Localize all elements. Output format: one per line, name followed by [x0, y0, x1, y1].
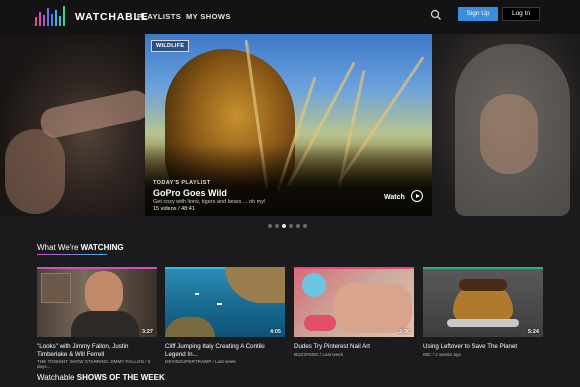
video-channel[interactable]: DEVINSUPERTRAMP: [165, 359, 211, 364]
video-channel[interactable]: BUZZFEED: [294, 352, 319, 357]
nav-playlists[interactable]: PLAYLISTS: [137, 12, 181, 21]
shows-title-prefix: Watchable: [37, 373, 77, 382]
featured-slide[interactable]: WILDLIFE TODAY'S PLAYLIST GoPro Goes Wil…: [145, 34, 432, 216]
thumbnail-color-bar: [423, 267, 543, 269]
signup-button[interactable]: Sign Up: [458, 7, 498, 21]
top-header: WATCHABLE PLAYLISTS MY SHOWS Sign Up Log…: [0, 0, 580, 34]
carousel-dot[interactable]: [275, 224, 279, 228]
section-title-emphasis: WATCHING: [80, 243, 124, 252]
cliff-rock: [165, 317, 215, 337]
person-face: [85, 271, 123, 315]
video-thumbnail[interactable]: 5:24: [423, 267, 543, 337]
nav-my-shows[interactable]: MY SHOWS: [186, 12, 231, 21]
food-plate: [447, 319, 519, 327]
search-icon[interactable]: [430, 9, 442, 21]
carousel-dots: [268, 224, 307, 229]
play-icon[interactable]: [411, 190, 423, 202]
video-thumbnail[interactable]: 3:27: [37, 267, 157, 337]
video-channel[interactable]: THE TONIGHT SHOW STARRING JIMMY FALLON: [37, 359, 144, 364]
video-card[interactable]: 5:24 Using Leftover to Save The Planet M…: [423, 267, 543, 357]
video-duration: 4:05: [269, 329, 281, 335]
thumbnail-color-bar: [37, 267, 157, 269]
playlist-label: TODAY'S PLAYLIST: [153, 180, 211, 186]
food-topping: [459, 279, 507, 291]
hero-carousel: WILDLIFE TODAY'S PLAYLIST GoPro Goes Wil…: [0, 34, 580, 216]
video-duration: 2:36: [398, 329, 410, 335]
video-duration: 3:27: [141, 329, 153, 335]
video-age: Last week: [322, 351, 344, 357]
next-slide-face: [480, 94, 538, 174]
thumbnail-color-bar: [294, 267, 414, 269]
section-title: What We're WATCHING: [37, 243, 124, 252]
boat: [195, 293, 199, 295]
pinterest-pin-graphic: [302, 273, 326, 297]
video-thumbnail[interactable]: 2:36: [294, 267, 414, 337]
video-channel[interactable]: MIC: [423, 352, 431, 357]
picture-frame: [41, 273, 71, 303]
cliff-rock: [225, 267, 285, 303]
video-duration: 5:24: [527, 329, 539, 335]
nail-polish: [304, 315, 336, 331]
section-title-prefix: What We're: [37, 243, 81, 252]
hand-image: [334, 283, 412, 333]
video-title[interactable]: Cliff Jumping Italy Creating A Contiki L…: [165, 343, 285, 358]
login-button[interactable]: Log In: [502, 7, 540, 21]
video-thumbnail[interactable]: 4:05: [165, 267, 285, 337]
video-source: DEVINSUPERTRAMP / Last week: [165, 359, 236, 364]
section-underline: [37, 254, 107, 255]
shows-of-week-title: Watchable SHOWS OF THE WEEK: [37, 373, 165, 382]
carousel-dot[interactable]: [296, 224, 300, 228]
shows-title-emphasis: SHOWS OF THE WEEK: [76, 373, 165, 382]
video-age: Last week: [215, 359, 236, 364]
video-source: MIC / 2 weeks ago: [423, 351, 462, 357]
carousel-dot[interactable]: [303, 224, 307, 228]
playlist-count: 15 videos / 48:41: [153, 206, 195, 212]
carousel-dot[interactable]: [289, 224, 293, 228]
person-suit: [71, 311, 139, 337]
carousel-dot[interactable]: [282, 224, 286, 228]
video-source: THE TONIGHT SHOW STARRING JIMMY FALLON /…: [37, 359, 151, 369]
playlist-title[interactable]: GoPro Goes Wild: [153, 188, 227, 198]
video-card[interactable]: 2:36 Dudes Try Pinterest Nail Art BUZZFE…: [294, 267, 414, 357]
video-title[interactable]: Dudes Try Pinterest Nail Art: [294, 343, 414, 351]
previous-slide-hand: [5, 129, 65, 214]
video-age: 2 weeks ago: [435, 351, 462, 357]
video-source: BUZZFEED / Last week: [294, 351, 344, 357]
video-title[interactable]: "Looks" with Jimmy Fallon, Justin Timber…: [37, 343, 157, 358]
watch-button-label[interactable]: Watch: [384, 194, 405, 201]
carousel-dot[interactable]: [268, 224, 272, 228]
video-title[interactable]: Using Leftover to Save The Planet: [423, 343, 543, 351]
playlist-description: Get cozy with lions, tigers and bears ..…: [153, 199, 266, 205]
category-tag[interactable]: WILDLIFE: [151, 40, 190, 52]
video-card[interactable]: 4:05 Cliff Jumping Italy Creating A Cont…: [165, 267, 285, 364]
watchable-logo-icon[interactable]: [34, 5, 68, 29]
boat: [217, 303, 222, 305]
video-card[interactable]: 3:27 "Looks" with Jimmy Fallon, Justin T…: [37, 267, 157, 369]
